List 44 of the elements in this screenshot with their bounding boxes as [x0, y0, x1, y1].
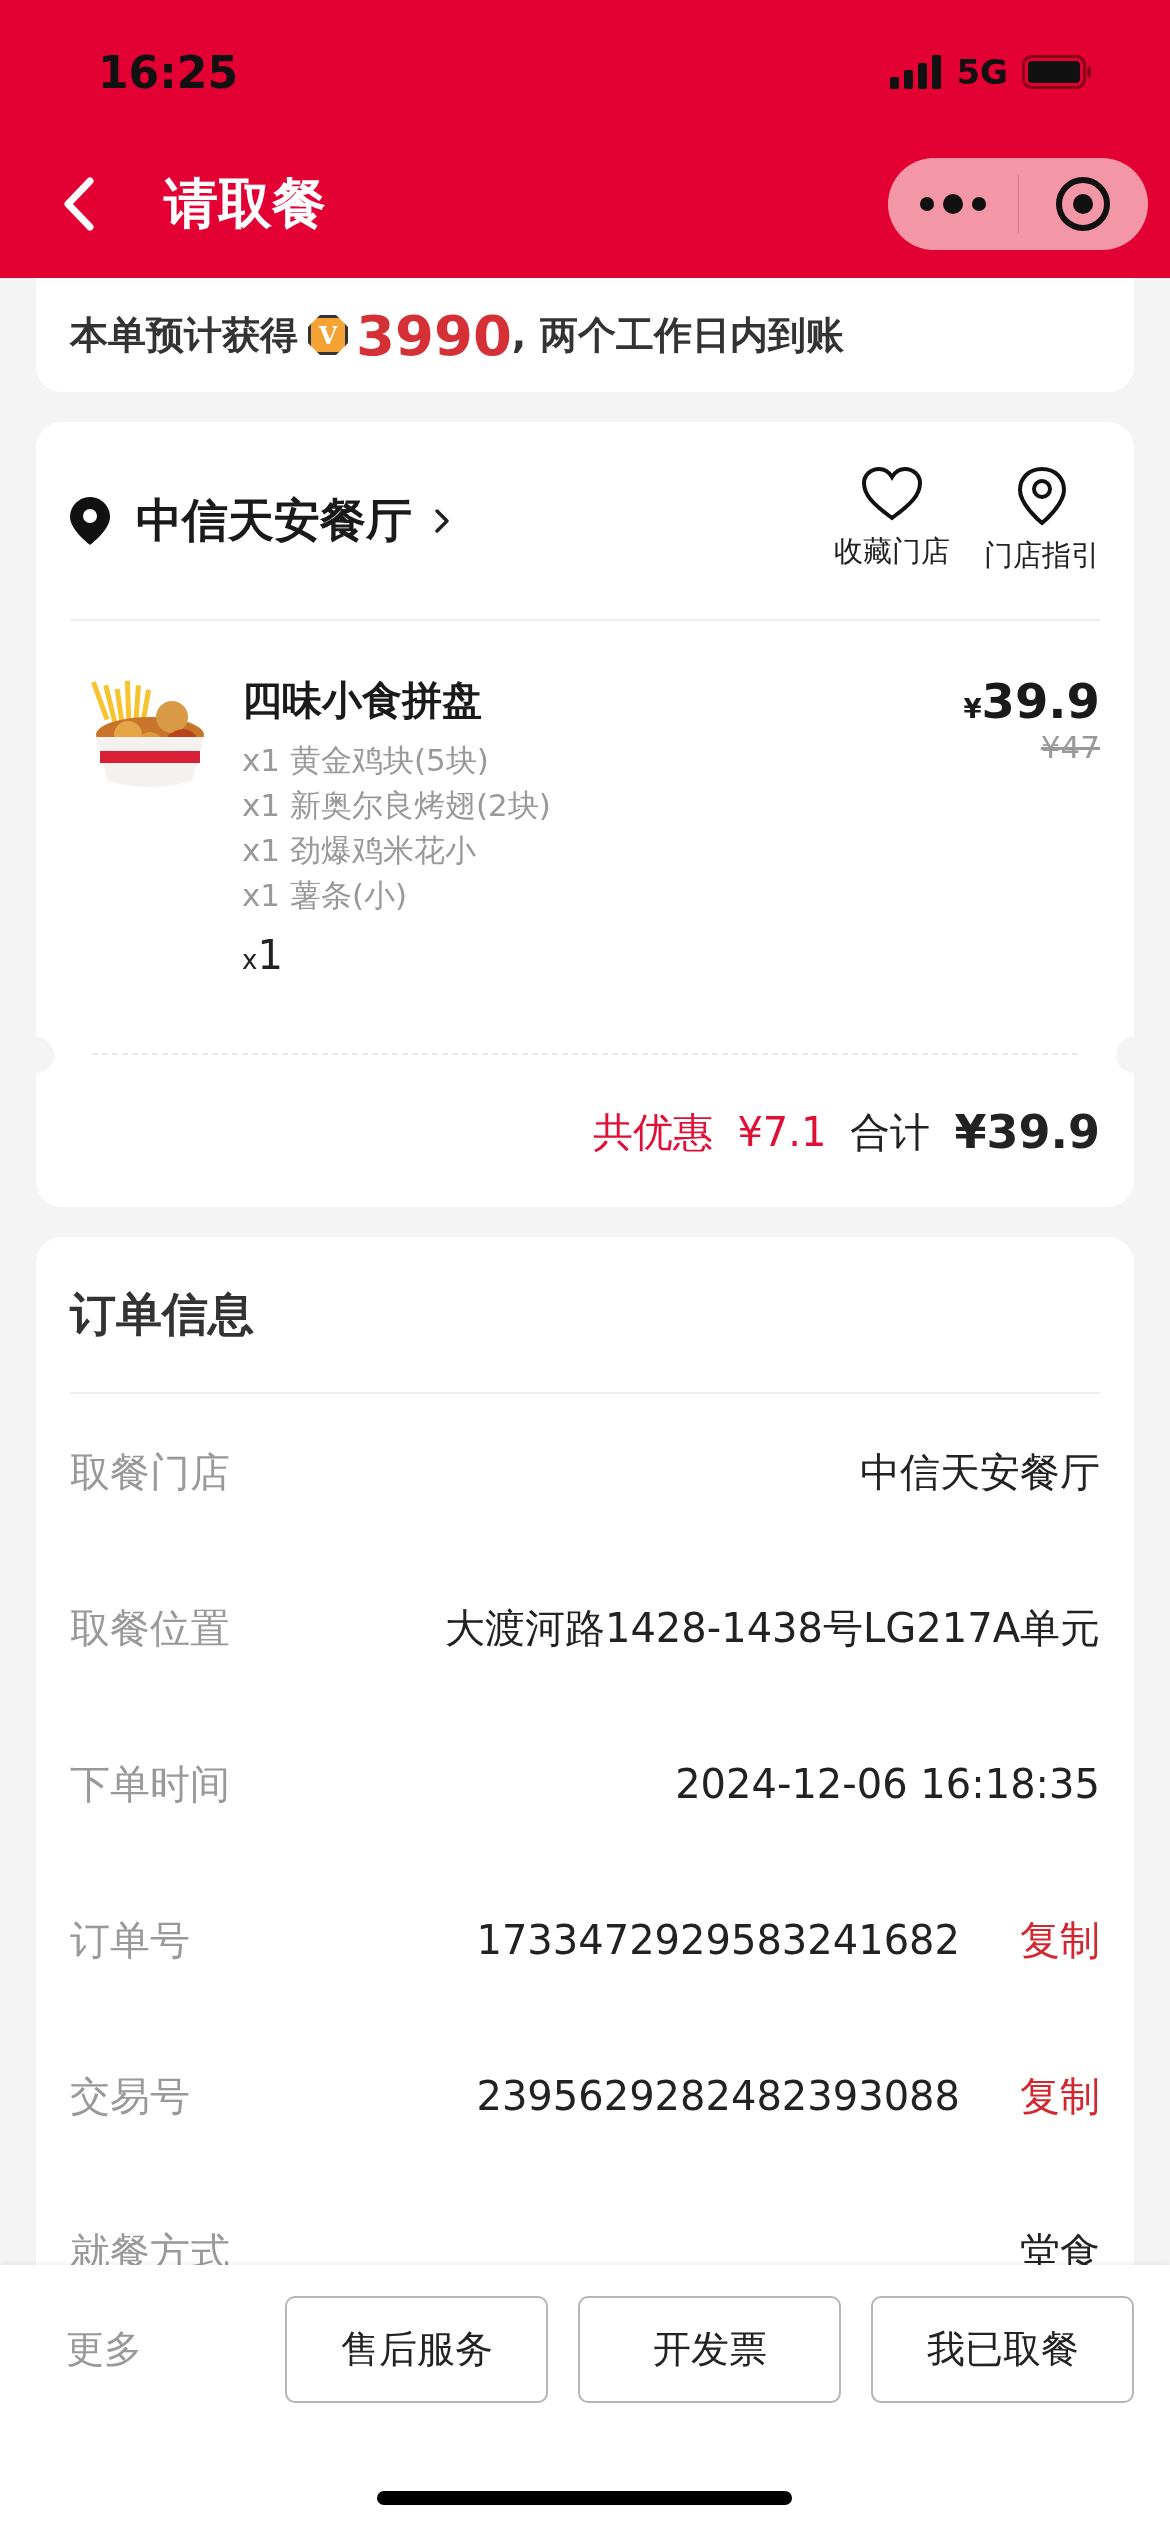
- copy-button[interactable]: 复制: [1020, 2068, 1100, 2124]
- store-name[interactable]: 中信天安餐厅: [136, 489, 412, 552]
- info-label: 取餐门店: [70, 1447, 230, 1497]
- page-title: 请取餐: [164, 170, 326, 237]
- product-name: 四味小食拼盘: [242, 676, 483, 725]
- store-guide-button[interactable]: 门店指引: [984, 465, 1100, 576]
- product-component: x1 黄金鸡块(5块): [242, 741, 490, 780]
- status-time: 16:25: [98, 45, 239, 98]
- info-value: 大渡河路1428-1438号LG217A单元: [444, 1603, 1100, 1653]
- coin-badge: V: [308, 315, 348, 355]
- product-component: x1 薯条(小): [242, 876, 409, 915]
- signal-icon: [890, 55, 943, 89]
- info-label: 订单号: [70, 1915, 190, 1965]
- network-label: 5G: [956, 52, 1008, 92]
- info-value: 2395629282482393088: [476, 2073, 960, 2119]
- action-button[interactable]: 我已取餐: [871, 2296, 1134, 2403]
- chevron-right-icon[interactable]: [434, 507, 450, 534]
- discount-label: 共优惠: [593, 1107, 714, 1157]
- battery-icon: [1022, 55, 1092, 89]
- close-target-icon[interactable]: [1055, 176, 1112, 232]
- discount-amount: ¥7.1: [737, 1109, 827, 1155]
- action-button[interactable]: 售后服务: [285, 2296, 548, 2403]
- heart-icon: [861, 465, 923, 522]
- points-value: 3990: [356, 302, 512, 368]
- total-label: 合计: [850, 1107, 931, 1157]
- total-amount: ¥39.9: [954, 1105, 1100, 1159]
- action-button[interactable]: 开发票: [578, 2296, 841, 2403]
- more-icon[interactable]: [917, 192, 988, 216]
- favorite-store-button[interactable]: 收藏门店: [834, 465, 950, 572]
- location-pin-icon: [1015, 465, 1069, 526]
- original-price: ¥47: [1040, 729, 1100, 765]
- location-pin-icon: [70, 496, 110, 545]
- info-label: 下单时间: [70, 1759, 230, 1809]
- product-component: x1 劲爆鸡米花小: [242, 831, 477, 870]
- info-value: 2024-12-06 16:18:35: [675, 1761, 1100, 1807]
- points-label: 本单预计获得: [70, 311, 298, 359]
- info-value: 1733472929583241682: [476, 1917, 960, 1963]
- product-component: x1 新奥尔良烤翅(2块): [242, 786, 552, 825]
- copy-button[interactable]: 复制: [1020, 1912, 1100, 1968]
- points-note: , 两个工作日内到账: [511, 311, 844, 359]
- info-label: 交易号: [70, 2071, 190, 2121]
- info-value: 中信天安餐厅: [860, 1447, 1100, 1497]
- section-title: 订单信息: [70, 1237, 1100, 1394]
- info-label: 取餐位置: [70, 1603, 230, 1653]
